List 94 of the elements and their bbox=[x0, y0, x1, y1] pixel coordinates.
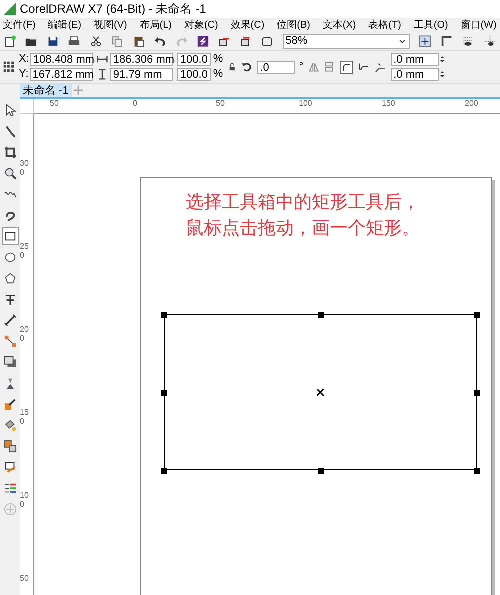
degree-label: ° bbox=[299, 60, 304, 74]
text-tool-icon bbox=[4, 292, 16, 306]
menu-item[interactable]: 工具(O) bbox=[414, 18, 448, 33]
rectangle-tool-tool[interactable] bbox=[2, 227, 18, 245]
selection-handle[interactable] bbox=[161, 468, 167, 474]
guidelines-icon[interactable] bbox=[484, 35, 496, 48]
crop-icon bbox=[4, 146, 16, 158]
menu-item[interactable]: 位图(B) bbox=[277, 18, 310, 33]
drop-shadow-icon bbox=[4, 356, 16, 368]
annotation-text: 选择工具箱中的矩形工具后，鼠标点击拖动，画一个矩形。 bbox=[186, 191, 421, 241]
node-edit-icon bbox=[4, 124, 16, 138]
menu-item[interactable]: 文本(X) bbox=[322, 18, 356, 33]
ruler-label: 250 bbox=[20, 242, 29, 260]
width-icon bbox=[97, 54, 108, 65]
ruler-label: 200 bbox=[20, 325, 29, 343]
ellipse-tool-icon bbox=[4, 250, 16, 264]
outline-pen-icon bbox=[4, 460, 16, 474]
height-icon bbox=[97, 69, 108, 80]
selection-handle[interactable] bbox=[318, 468, 324, 474]
selection-handle[interactable] bbox=[318, 312, 324, 318]
print-icon[interactable] bbox=[68, 35, 81, 48]
ruler-label: 150 bbox=[20, 408, 29, 426]
ruler-label: 100 bbox=[20, 491, 29, 509]
grid-view-icon[interactable] bbox=[462, 35, 475, 48]
app-logo-icon bbox=[4, 3, 16, 15]
selection-handle[interactable] bbox=[474, 468, 480, 474]
ruler-label: 50 bbox=[216, 99, 225, 108]
pointer-icon bbox=[4, 104, 16, 116]
object-origin-icon[interactable] bbox=[3, 61, 15, 73]
center-marker-icon bbox=[317, 389, 324, 396]
import-icon[interactable] bbox=[218, 35, 231, 48]
copy-icon[interactable] bbox=[111, 35, 124, 48]
smart-fill-icon bbox=[4, 440, 16, 452]
cut-icon[interactable] bbox=[90, 35, 102, 48]
selection-handle[interactable] bbox=[474, 312, 480, 318]
export-icon[interactable] bbox=[240, 35, 252, 48]
menu-item[interactable]: 布局(L) bbox=[140, 18, 172, 33]
mirror-vertical-icon[interactable] bbox=[324, 61, 336, 73]
x-position-field[interactable]: 108.408 mm bbox=[30, 53, 94, 66]
menu-item[interactable]: 视图(V) bbox=[94, 18, 128, 33]
scale-y-field[interactable]: 100.0 bbox=[177, 68, 212, 81]
corner-radius-field[interactable]: .0 mm bbox=[390, 68, 439, 81]
menu-item[interactable]: 表格(T) bbox=[368, 18, 402, 33]
rectangle-shape[interactable] bbox=[164, 314, 477, 470]
new-document-icon[interactable] bbox=[4, 35, 16, 48]
zoom-to-page-icon[interactable] bbox=[419, 35, 432, 48]
menu-item[interactable]: 文件(F) bbox=[3, 18, 36, 33]
add-tool-icon bbox=[4, 502, 16, 516]
ruler-label: 50 bbox=[20, 574, 29, 583]
undo-icon[interactable] bbox=[154, 35, 166, 48]
ruler-label: 200 bbox=[465, 99, 478, 108]
polygon-tool-icon bbox=[4, 272, 16, 284]
menu-item[interactable]: 对象(C) bbox=[184, 18, 218, 33]
color-styles-icon bbox=[4, 482, 16, 494]
percent-label: % bbox=[213, 68, 224, 81]
paint-bucket-icon bbox=[4, 418, 16, 432]
menu-item[interactable]: 窗口(W) bbox=[460, 18, 497, 33]
ruler-label: 0 bbox=[133, 99, 138, 108]
selection-handle[interactable] bbox=[161, 390, 167, 396]
save-icon[interactable] bbox=[46, 35, 60, 48]
connector-icon bbox=[4, 334, 16, 348]
zoom-icon bbox=[4, 166, 16, 180]
scale-x-field[interactable]: 100.0 bbox=[177, 53, 212, 66]
ruler-label: 100 bbox=[299, 99, 312, 108]
width-field[interactable]: 186.306 mm bbox=[110, 53, 174, 66]
mirror-horizontal-icon[interactable] bbox=[308, 61, 320, 73]
rotate-icon bbox=[241, 61, 254, 73]
y-label: Y: bbox=[19, 68, 29, 81]
paste-icon[interactable] bbox=[132, 35, 146, 48]
app-launcher-icon[interactable] bbox=[196, 35, 210, 48]
zoom-level-dropdown[interactable]: 58% bbox=[282, 34, 410, 49]
dimension-line-icon bbox=[4, 314, 16, 326]
ruler-label: 150 bbox=[382, 99, 396, 108]
chamfered-corner-icon[interactable] bbox=[374, 60, 387, 74]
chevron-down-icon bbox=[398, 37, 408, 46]
corner-radius-field[interactable]: .0 mm bbox=[390, 53, 439, 66]
rotation-field[interactable]: .0 bbox=[257, 60, 296, 74]
eyedropper-icon bbox=[4, 398, 16, 410]
menu-item[interactable]: 编辑(E) bbox=[48, 18, 82, 33]
selection-handle[interactable] bbox=[474, 390, 480, 396]
y-position-field[interactable]: 167.812 mm bbox=[30, 68, 93, 81]
ruler-label: 300 bbox=[20, 159, 29, 177]
rulers-toggle-icon[interactable] bbox=[440, 35, 454, 48]
height-field[interactable]: 91.79 mm bbox=[110, 68, 174, 81]
rectangle-tool-icon bbox=[4, 230, 16, 242]
ruler-label: 50 bbox=[50, 99, 59, 108]
document-tab[interactable]: 未命名 -1 bbox=[20, 84, 72, 97]
menu-item[interactable]: 效果(C) bbox=[230, 18, 265, 33]
percent-label: % bbox=[213, 53, 224, 66]
selection-handle[interactable] bbox=[161, 312, 167, 318]
lock-ratio-icon[interactable] bbox=[227, 62, 238, 72]
round-corner-icon[interactable] bbox=[340, 60, 353, 74]
x-label: X: bbox=[19, 53, 30, 66]
window-title: CorelDRAW X7 (64-Bit) - 未命名 -1 bbox=[20, 1, 206, 18]
